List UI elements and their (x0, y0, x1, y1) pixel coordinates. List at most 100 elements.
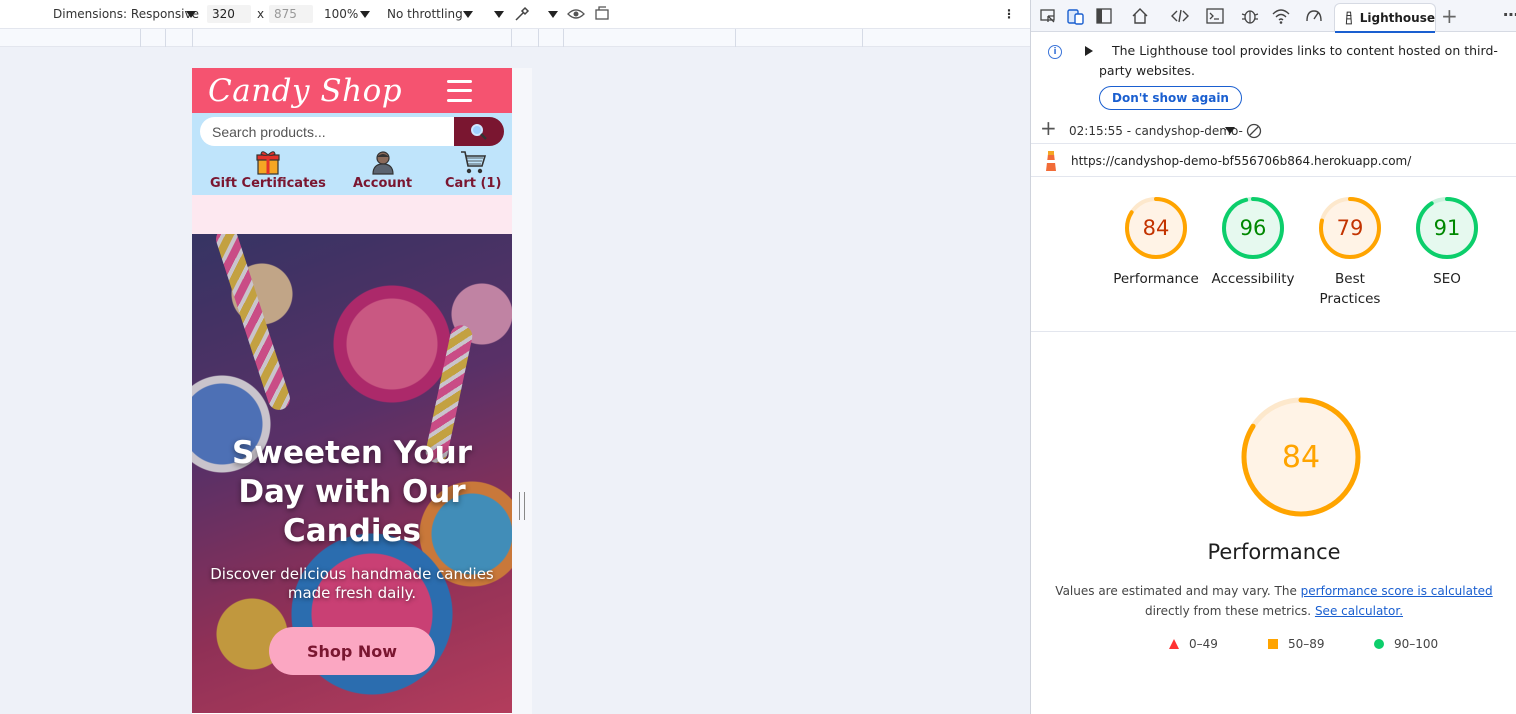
network-wifi-icon[interactable] (1272, 7, 1290, 25)
devtools-tabbar: Lighthouse + ⋯ (1031, 0, 1516, 33)
gauge-accessibility[interactable]: 96 Accessibility (1205, 195, 1301, 289)
cart-icon (461, 151, 487, 174)
gauge-ring: 84 (1125, 197, 1187, 259)
home-icon[interactable] (1131, 7, 1149, 25)
lighthouse-icon (1345, 11, 1352, 25)
nav-gift-certificates[interactable]: Gift Certificates (210, 149, 326, 191)
chevron-down-icon[interactable] (1225, 127, 1235, 134)
chevron-down-icon[interactable] (494, 11, 504, 18)
candy-stick-image (213, 234, 293, 413)
sidebar-toggle-icon[interactable] (1095, 7, 1113, 25)
notice-text: The Lighthouse tool provides links to co… (1099, 43, 1498, 78)
tab-lighthouse[interactable]: Lighthouse (1334, 3, 1436, 33)
media-query-ruler (0, 29, 1030, 47)
gauge-ring: 79 (1319, 197, 1381, 259)
device-edge (512, 68, 532, 714)
elements-icon[interactable] (1171, 7, 1189, 25)
nav-label-cart: Cart (1) (445, 176, 502, 191)
report-selector-bar: + 02:15:55 - candyshop-demo- (1031, 116, 1516, 144)
score-value: 91 (1434, 216, 1461, 240)
lighthouse-logo-icon (1046, 151, 1056, 171)
gauge-label: Accessibility (1211, 271, 1295, 287)
gauge-label: Performance (1113, 271, 1199, 287)
search-input[interactable] (200, 117, 456, 146)
more-options-icon[interactable]: ⋮ (1003, 7, 1015, 21)
shop-now-button[interactable]: Shop Now (269, 627, 435, 675)
eye-icon[interactable] (567, 5, 585, 23)
circle-icon (1374, 639, 1384, 649)
score-value: 84 (1143, 216, 1170, 240)
device-viewport: Candy Shop Gift Certificates Account Car… (192, 68, 512, 714)
score-legend: 0–49 50–89 90–100 (1031, 637, 1516, 655)
desc-text: directly from these metrics. (1144, 604, 1315, 618)
device-toggle-icon[interactable] (1067, 7, 1085, 25)
gauge-ring: 91 (1416, 197, 1478, 259)
height-input[interactable]: 875 (269, 5, 313, 23)
gauge-seo[interactable]: 91 SEO (1399, 195, 1495, 289)
more-options-icon[interactable]: ⋯ (1503, 5, 1516, 24)
inspect-icon[interactable] (1039, 7, 1057, 25)
report-selector[interactable]: 02:15:55 - candyshop-demo- (1069, 124, 1243, 138)
square-icon (1268, 639, 1278, 649)
tab-lighthouse-label: Lighthouse (1359, 11, 1435, 25)
hero-banner: Sweeten Your Day with Our Candies Discov… (192, 234, 512, 713)
capture-icon[interactable] (594, 5, 612, 23)
see-calculator-link[interactable]: See calculator. (1315, 604, 1403, 618)
gauge-ring: 96 (1222, 197, 1284, 259)
hamburger-menu-icon[interactable] (447, 79, 472, 102)
tested-url[interactable]: https://candyshop-demo-bf556706b864.hero… (1071, 154, 1411, 168)
performance-title: Performance (1207, 540, 1341, 564)
performance-icon[interactable] (1305, 7, 1323, 25)
nav-label-gift: Gift Certificates (210, 176, 326, 191)
chevron-down-icon[interactable] (360, 11, 370, 18)
gauge-performance[interactable]: 84 Performance (1108, 195, 1204, 289)
new-report-icon[interactable]: + (1040, 116, 1057, 140)
performance-description: Values are estimated and may vary. The p… (1031, 581, 1516, 621)
chevron-down-icon[interactable] (548, 11, 558, 18)
score-calculated-link[interactable]: performance score is calculated (1301, 584, 1493, 598)
legend-label: 90–100 (1394, 637, 1439, 651)
add-tab-icon[interactable]: + (1441, 4, 1458, 28)
chevron-down-icon[interactable] (463, 11, 473, 18)
times-sign: x (257, 7, 265, 21)
search-bar (192, 113, 512, 150)
legend-label: 50–89 (1288, 637, 1325, 651)
site-header: Candy Shop (192, 68, 512, 113)
third-party-notice: i The Lighthouse tool provides links to … (1031, 32, 1516, 116)
throttling-dropdown[interactable]: No throttling (387, 7, 463, 21)
legend-label: 0–49 (1189, 637, 1218, 651)
score-value: 79 (1337, 216, 1364, 240)
dont-show-again-button[interactable]: Don't show again (1099, 86, 1242, 110)
bug-icon[interactable] (1241, 7, 1259, 25)
chevron-down-icon[interactable] (186, 11, 196, 18)
zoom-dropdown[interactable]: 100% (324, 7, 358, 21)
search-icon (471, 123, 487, 140)
gauge-label: Best Practices (1319, 271, 1381, 307)
promo-band (192, 195, 512, 234)
nav-label-account: Account (353, 176, 413, 191)
gauge-label: SEO (1433, 271, 1461, 287)
resize-handle[interactable] (519, 492, 525, 520)
user-icon (371, 151, 394, 175)
legend-average: 50–89 (1268, 637, 1325, 651)
gift-icon (256, 151, 280, 175)
expand-triangle-icon[interactable] (1085, 46, 1093, 56)
header-nav: Gift Certificates Account Cart (1) (192, 149, 512, 195)
dimensions-dropdown[interactable]: Dimensions: Responsive (53, 7, 199, 21)
console-icon[interactable] (1206, 7, 1224, 25)
big-performance-gauge: 84 (1241, 397, 1361, 517)
hero-subtitle: Discover delicious handmade candies made… (210, 565, 494, 602)
eyedropper-icon[interactable] (513, 5, 531, 23)
width-input[interactable]: 320 (207, 5, 251, 23)
site-logo[interactable]: Candy Shop (208, 73, 402, 109)
devtools-panel: Lighthouse + ⋯ i The Lighthouse tool pro… (1030, 0, 1516, 714)
nav-cart[interactable]: Cart (1) (445, 149, 501, 191)
legend-pass: 90–100 (1374, 637, 1438, 651)
desc-text: Values are estimated and may vary. The (1055, 584, 1301, 598)
big-score-value: 84 (1282, 440, 1320, 475)
search-button[interactable] (454, 117, 504, 146)
gauge-best-practices[interactable]: 79 Best Practices (1302, 195, 1398, 309)
score-gauges: 84 Performance 96 Accessibility 79 Best … (1031, 177, 1516, 332)
nav-account[interactable]: Account (353, 149, 412, 191)
clear-icon[interactable] (1246, 123, 1262, 139)
